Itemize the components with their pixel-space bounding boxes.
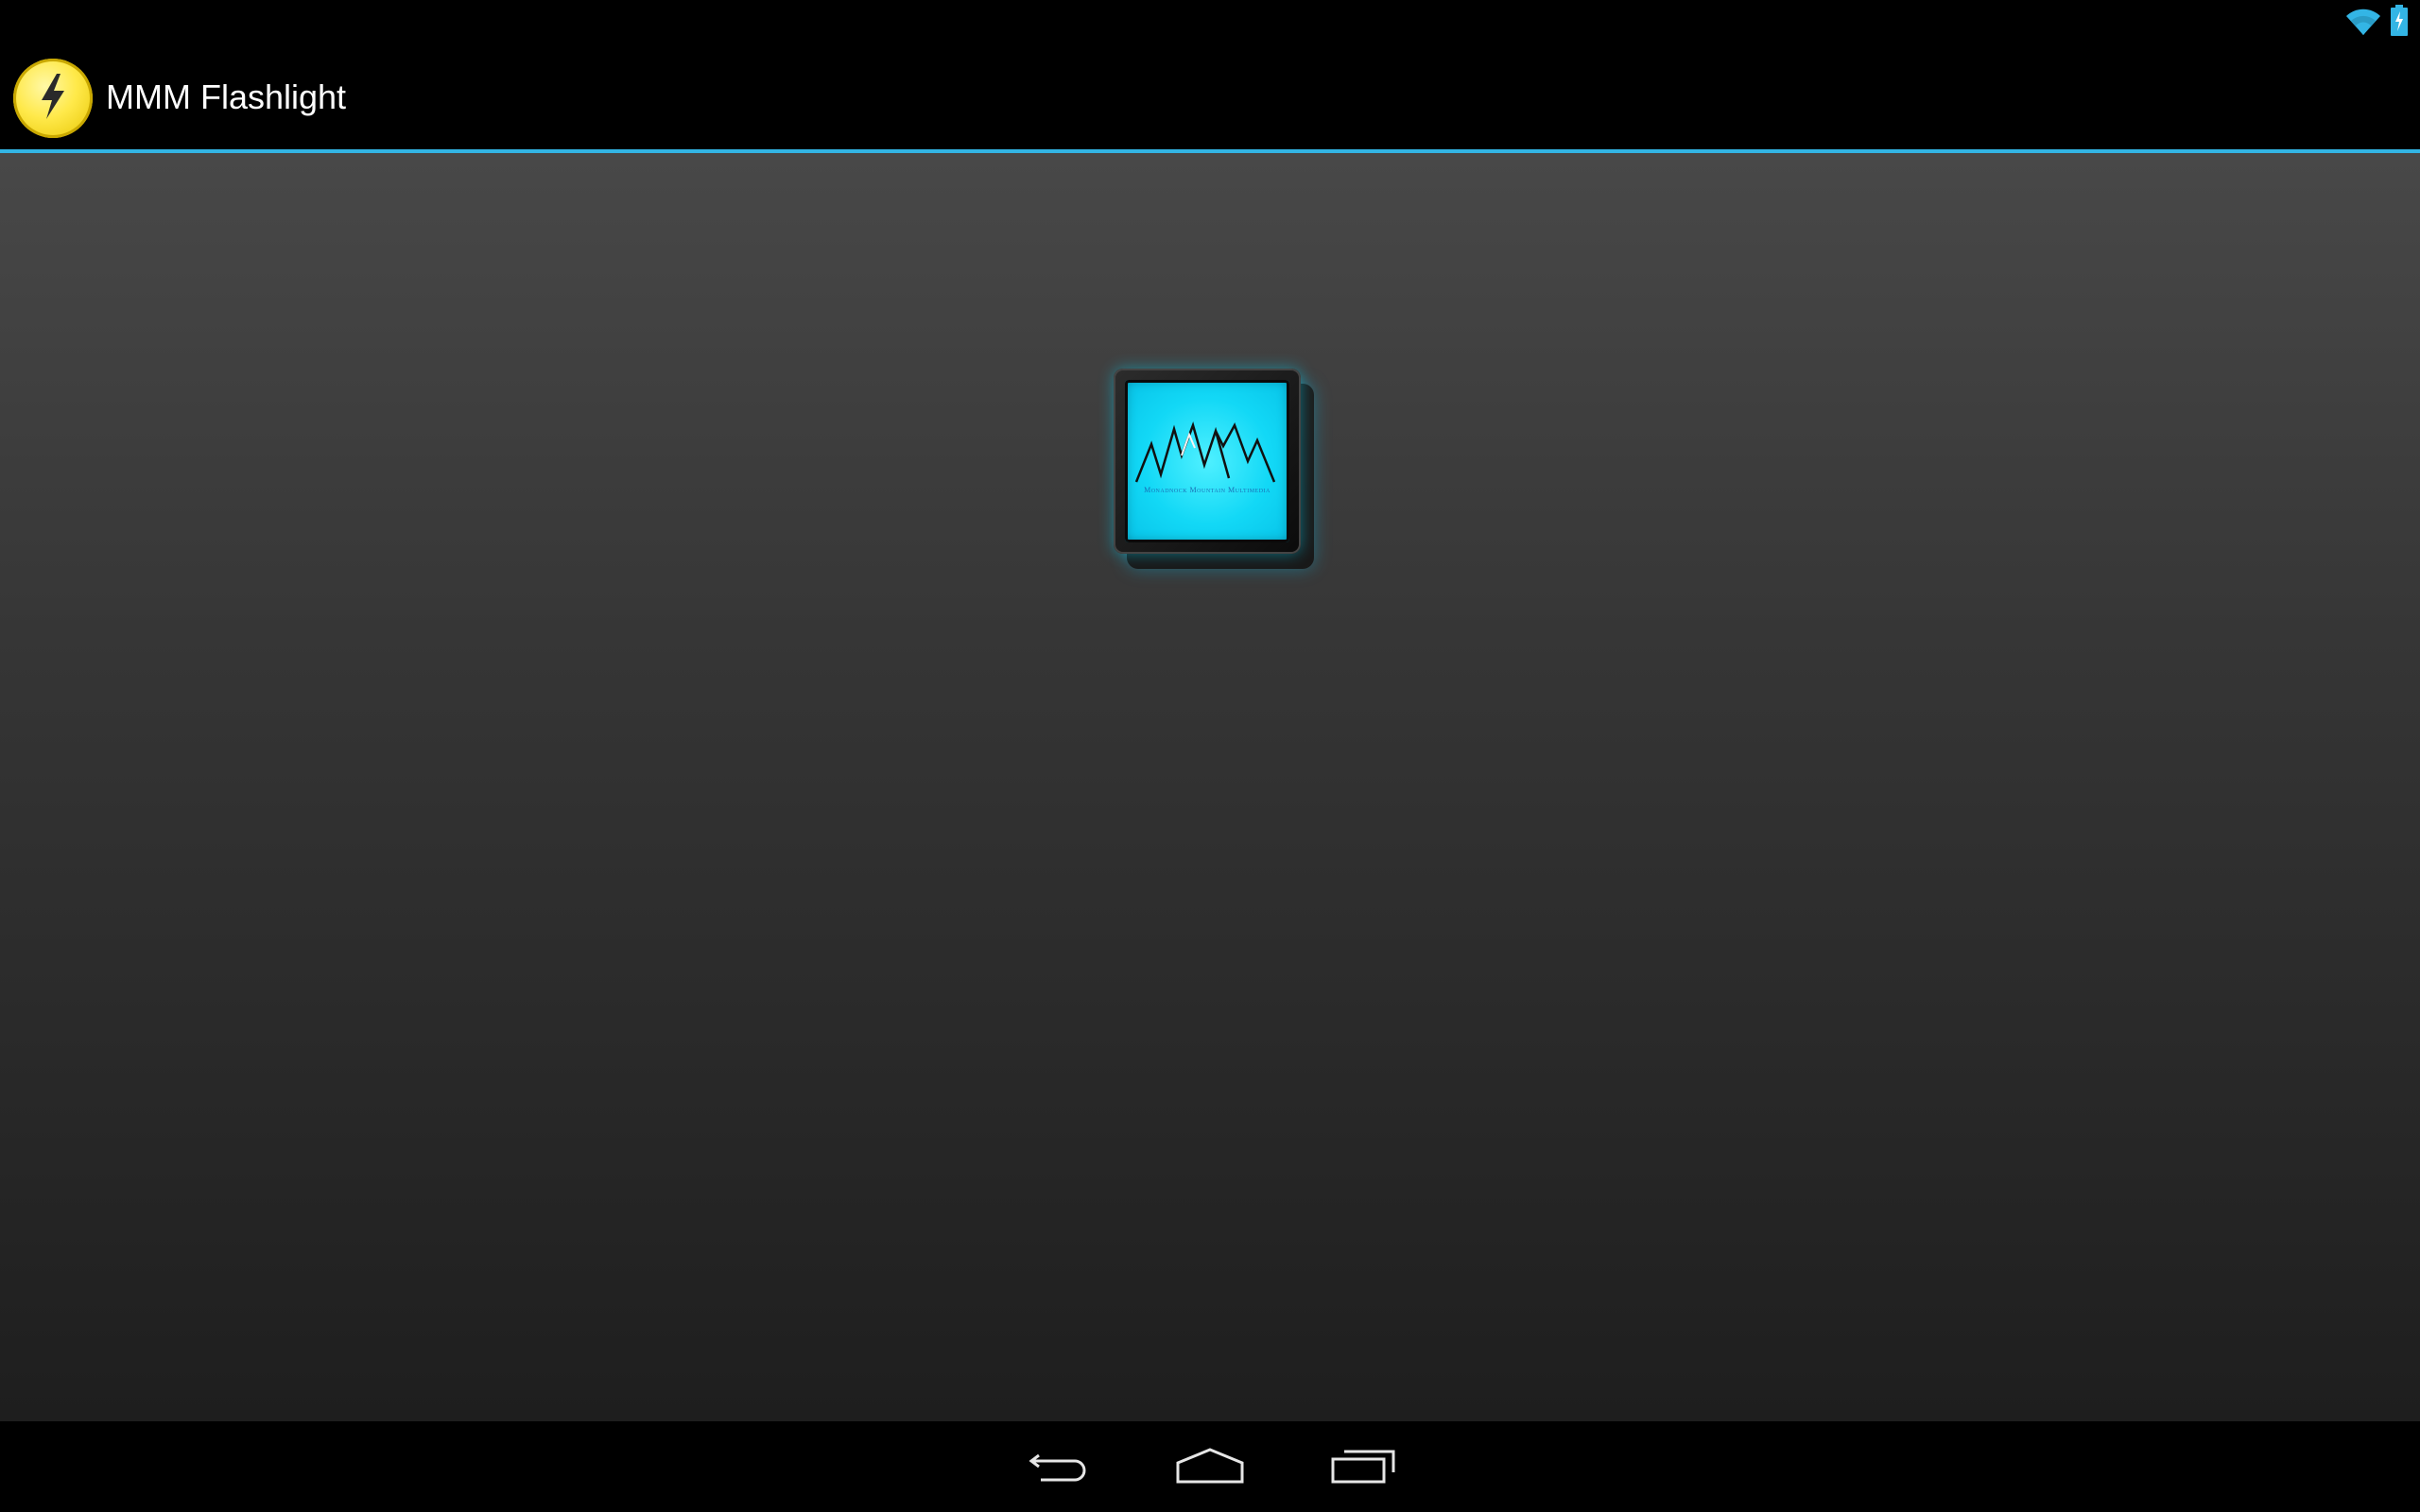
back-button[interactable] bbox=[1002, 1421, 1115, 1512]
action-bar: MMM Flashlight bbox=[0, 45, 2420, 149]
status-bar bbox=[0, 0, 2420, 45]
mountain-logo-icon bbox=[1125, 380, 1289, 497]
home-icon bbox=[1174, 1446, 1246, 1487]
logo-caption: Monadnock Mountain Multimedia bbox=[1144, 486, 1270, 494]
back-icon bbox=[1026, 1446, 1092, 1487]
lightning-bolt-icon bbox=[34, 72, 72, 125]
status-icons bbox=[2344, 2, 2409, 43]
recent-apps-button[interactable] bbox=[1306, 1421, 1420, 1512]
battery-charging-icon bbox=[2390, 5, 2409, 41]
app-icon[interactable] bbox=[13, 59, 93, 138]
app-title: MMM Flashlight bbox=[106, 77, 347, 116]
navigation-bar bbox=[0, 1421, 2420, 1512]
flashlight-toggle-button[interactable]: Monadnock Mountain Multimedia bbox=[1114, 369, 1314, 569]
home-button[interactable] bbox=[1153, 1421, 1267, 1512]
button-face: Monadnock Mountain Multimedia bbox=[1125, 380, 1289, 542]
recent-apps-icon bbox=[1329, 1446, 1397, 1487]
main-content: Monadnock Mountain Multimedia bbox=[0, 153, 2420, 1421]
wifi-icon bbox=[2344, 5, 2382, 41]
button-frame: Monadnock Mountain Multimedia bbox=[1114, 369, 1301, 554]
